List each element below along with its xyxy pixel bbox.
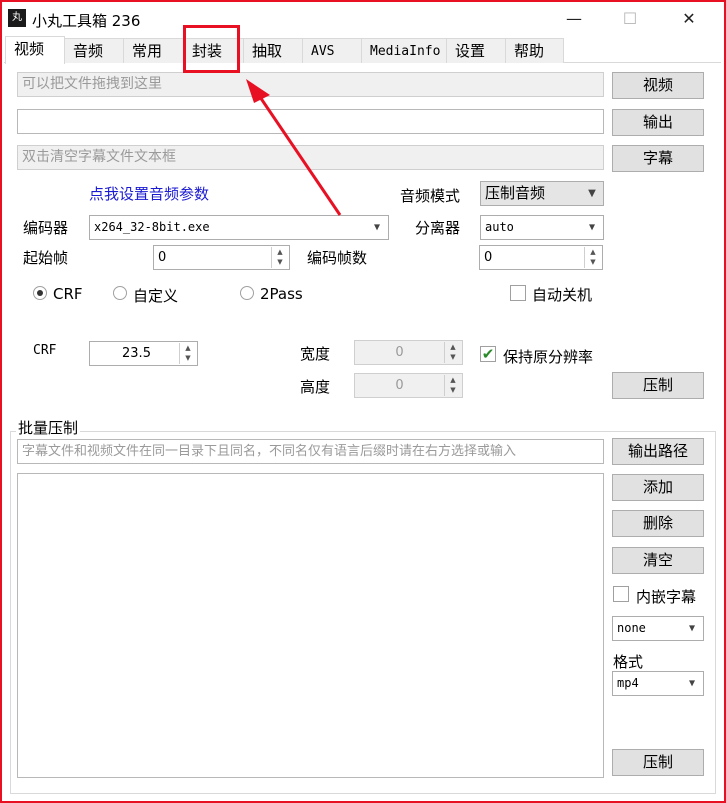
window-frame [0,0,726,803]
